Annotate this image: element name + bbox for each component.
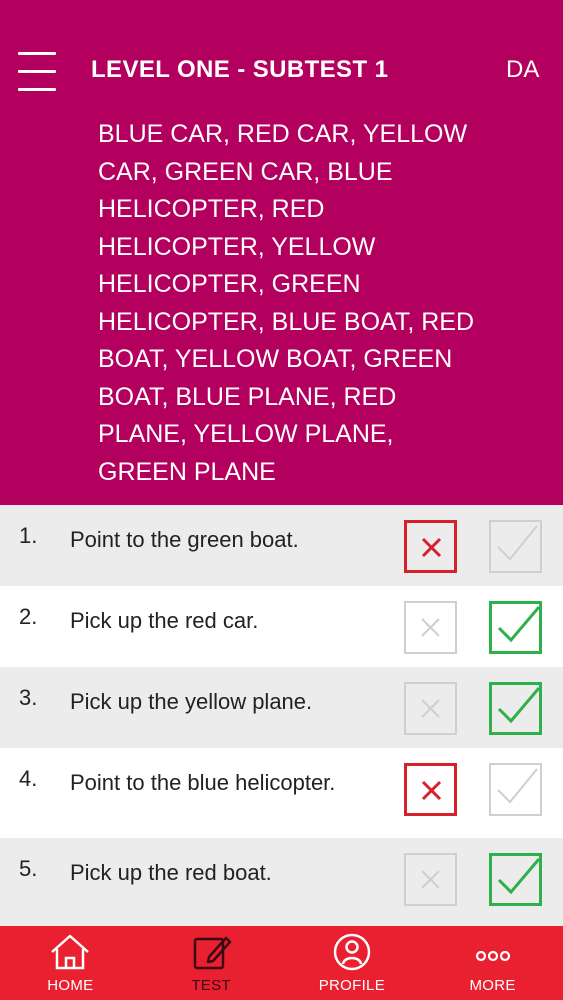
check-icon	[497, 525, 538, 561]
test-item-3: 3. Pick up the yellow plane.	[0, 667, 563, 748]
correct-button[interactable]	[489, 601, 542, 654]
menu-icon[interactable]	[18, 52, 56, 92]
check-icon	[497, 858, 541, 895]
correct-button[interactable]	[489, 682, 542, 735]
profile-icon	[333, 933, 371, 971]
test-item-4: 4. Point to the blue helicopter.	[0, 748, 563, 838]
tab-more-label: MORE	[469, 977, 516, 994]
item-number: 1.	[19, 523, 38, 548]
correct-button[interactable]	[489, 520, 542, 573]
check-icon	[497, 768, 538, 804]
tab-profile-label: PROFILE	[318, 977, 386, 994]
item-number: 2.	[19, 604, 38, 629]
item-text: Point to the green boat.	[70, 527, 299, 552]
home-icon	[51, 934, 90, 970]
next-item-edge	[0, 916, 563, 926]
incorrect-button[interactable]	[404, 601, 457, 654]
incorrect-button[interactable]	[404, 853, 457, 906]
item-number: 5.	[19, 856, 38, 881]
more-icon	[475, 950, 510, 962]
x-icon	[421, 618, 440, 637]
item-text: Pick up the yellow plane.	[70, 689, 313, 714]
bottom-tab-bar: HOME TEST PROFILE MORE	[0, 926, 563, 1000]
page-title: LEVEL ONE - SUBTEST 1	[91, 56, 389, 83]
word-list: BLUE CAR, RED CAR, YELLOW CAR, GREEN CAR…	[98, 120, 475, 486]
tab-test[interactable]: TEST	[141, 926, 282, 1000]
tab-home[interactable]: HOME	[0, 926, 141, 1000]
test-item-2: 2. Pick up the red car.	[0, 586, 563, 667]
tab-profile[interactable]: PROFILE	[282, 926, 423, 1000]
test-item-5: 5. Pick up the red boat.	[0, 838, 563, 919]
correct-button[interactable]	[489, 853, 542, 906]
tab-test-label: TEST	[191, 977, 231, 994]
test-item-1: 1. Point to the green boat.	[0, 505, 563, 586]
incorrect-button[interactable]	[404, 520, 457, 573]
item-text: Point to the blue helicopter.	[70, 770, 336, 795]
item-text: Pick up the red car.	[70, 608, 259, 633]
x-icon	[421, 870, 440, 889]
user-initials[interactable]: DA	[506, 56, 539, 84]
tab-more[interactable]: MORE	[422, 926, 563, 1000]
item-number: 3.	[19, 685, 38, 710]
test-item-list: 1. Point to the green boat. 2. Pick up t…	[0, 505, 563, 919]
x-icon	[421, 780, 442, 801]
correct-button[interactable]	[489, 763, 542, 816]
x-icon	[421, 537, 442, 558]
check-icon	[497, 687, 541, 724]
incorrect-button[interactable]	[404, 682, 457, 735]
check-icon	[497, 606, 541, 643]
item-text: Pick up the red boat.	[70, 860, 272, 885]
edit-icon	[193, 936, 232, 970]
item-number: 4.	[19, 766, 38, 791]
header: LEVEL ONE - SUBTEST 1 DA BLUE CAR, RED C…	[0, 0, 563, 505]
tab-home-label: HOME	[47, 977, 94, 994]
incorrect-button[interactable]	[404, 763, 457, 816]
x-icon	[421, 699, 440, 718]
